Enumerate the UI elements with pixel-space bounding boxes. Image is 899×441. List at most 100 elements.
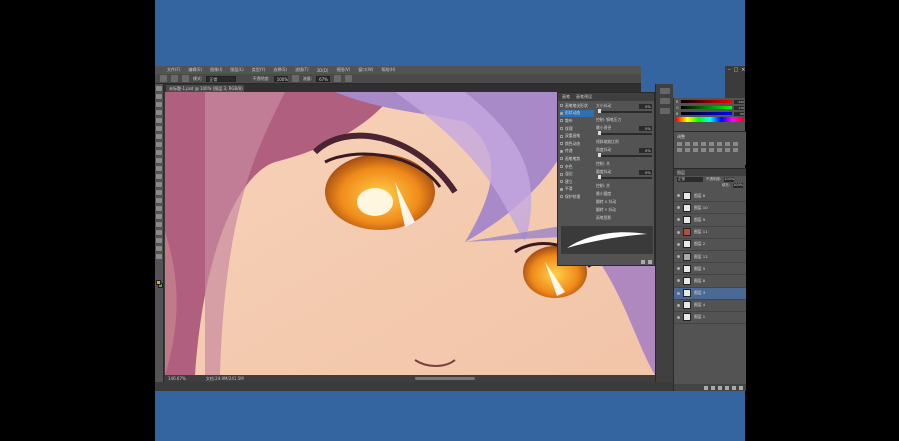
layer-row[interactable]: 图层 10 (674, 202, 746, 215)
tool-button-icon[interactable] (156, 230, 162, 235)
adjustment-icon[interactable] (725, 142, 730, 146)
layer-mask-icon[interactable] (718, 385, 722, 390)
channel-value[interactable]: 240 (734, 99, 744, 104)
mode-select[interactable]: 正常 (206, 75, 237, 82)
adjustment-icon[interactable] (701, 148, 706, 152)
brush-option-item[interactable]: 湿边 (560, 170, 594, 178)
adjustment-icon[interactable] (693, 148, 698, 152)
adjustment-icon[interactable] (709, 142, 714, 146)
brush-option-checkbox[interactable] (560, 119, 563, 123)
brush-option-item[interactable]: 散布 (560, 117, 594, 125)
visibility-eye-icon[interactable] (677, 194, 680, 198)
brush-presets-icon[interactable] (659, 108, 670, 114)
adjustment-icon[interactable] (733, 142, 738, 146)
layer-row[interactable]: 图层 9 (674, 214, 746, 227)
tool-button-icon[interactable] (156, 190, 162, 195)
brush-setting-slider[interactable] (598, 175, 652, 179)
adjustment-icon[interactable] (685, 142, 690, 146)
tool-button-icon[interactable] (156, 246, 162, 251)
brush-option-checkbox[interactable] (560, 149, 563, 153)
tool-button-icon[interactable] (156, 182, 162, 187)
adjustment-icon[interactable] (717, 142, 722, 146)
layers-tab[interactable]: 图层 (674, 169, 746, 176)
slider-knob[interactable] (598, 153, 601, 157)
tool-button-icon[interactable] (156, 222, 162, 227)
menu-item[interactable]: 滤镜(T) (295, 67, 309, 73)
layer-row[interactable]: 图层 2 (674, 239, 746, 251)
brush-option-checkbox[interactable] (560, 104, 563, 108)
tool-button-icon[interactable] (156, 254, 162, 259)
new-layer-icon[interactable] (732, 385, 736, 390)
toggle-preview-icon[interactable] (641, 259, 645, 264)
layer-row[interactable]: 图层 12 (674, 251, 746, 264)
color-spectrum[interactable] (676, 117, 744, 122)
tool-button-icon[interactable] (156, 142, 162, 147)
brush-option-item[interactable]: 颜色动态 (560, 140, 594, 148)
brush-panel-toggle-icon[interactable] (182, 75, 189, 82)
channel-value[interactable]: 90 (734, 111, 744, 116)
opacity-input[interactable]: 100% (273, 75, 288, 82)
menu-item[interactable]: 文件(F) (167, 67, 180, 73)
layer-opacity-input[interactable]: 100% (724, 177, 734, 182)
brush-preset-icon[interactable] (171, 75, 178, 82)
tool-button-icon[interactable] (156, 198, 162, 203)
channel-value[interactable]: 176 (734, 105, 744, 110)
brush-option-item[interactable]: 画笔笔尖形状 (560, 102, 594, 110)
brush-option-checkbox[interactable] (560, 172, 563, 176)
channel-slider[interactable] (681, 100, 732, 103)
minimize-button[interactable]: – (728, 67, 731, 73)
brush-option-item[interactable]: 杂色 (560, 163, 594, 171)
tool-button-icon[interactable] (156, 86, 162, 91)
adjustment-icon[interactable] (709, 148, 714, 152)
brush-panel-tab[interactable]: 画笔 (562, 94, 570, 100)
brush-setting-value[interactable]: 0% (639, 125, 652, 131)
brush-option-item[interactable]: 平滑 (560, 186, 594, 194)
channel-slider[interactable] (681, 106, 732, 109)
tool-button-icon[interactable] (156, 174, 162, 179)
tool-button-icon[interactable] (156, 94, 162, 99)
tool-button-icon[interactable] (156, 102, 162, 107)
layer-row[interactable]: 图层 4 (674, 300, 746, 312)
pressure-size-icon[interactable] (345, 75, 353, 82)
adjustment-icon[interactable] (677, 148, 682, 152)
adjustment-icon[interactable] (677, 142, 682, 146)
layer-row[interactable]: 图层 1 (674, 312, 746, 325)
slider-knob[interactable] (598, 131, 601, 135)
layer-row[interactable]: 图层 3 (674, 287, 746, 300)
brush-setting-slider[interactable] (598, 153, 652, 157)
tool-button-icon[interactable] (156, 214, 162, 219)
slider-knob[interactable] (598, 109, 601, 113)
brush-option-checkbox[interactable] (560, 165, 563, 169)
menu-item[interactable]: 视图(V) (336, 67, 350, 73)
visibility-eye-icon[interactable] (677, 218, 680, 222)
channel-slider[interactable] (681, 112, 732, 115)
tool-button-icon[interactable] (156, 158, 162, 163)
pressure-opacity-icon[interactable] (291, 75, 299, 82)
brush-option-checkbox[interactable] (560, 134, 563, 138)
tool-button-icon[interactable] (156, 118, 162, 123)
brush-option-item[interactable]: 保护纹理 (560, 193, 594, 201)
layer-row[interactable]: 图层 6 (674, 190, 746, 203)
layer-row[interactable]: 图层 5 (674, 263, 746, 276)
brush-option-item[interactable]: 建立 (560, 178, 594, 186)
brush-option-item[interactable]: 纹理 (560, 125, 594, 133)
brush-panel-tab[interactable]: 画笔预设 (576, 94, 592, 100)
brush-setting-value[interactable]: 0% (639, 103, 652, 109)
tool-button-icon[interactable] (156, 166, 162, 171)
menu-item[interactable]: 图层(L) (230, 67, 243, 73)
adjustment-icon[interactable] (717, 148, 722, 152)
zoom-readout[interactable]: 146.67% (168, 376, 186, 381)
tool-button-icon[interactable] (156, 110, 162, 115)
adjustment-icon[interactable] (733, 148, 738, 152)
brush-setting-value[interactable]: 0% (639, 147, 652, 153)
menu-item[interactable]: 窗口(W) (358, 67, 373, 73)
adjustments-title[interactable]: 调整 (674, 132, 746, 142)
adjustment-icon[interactable] (693, 142, 698, 146)
menu-item[interactable]: 帮助(H) (381, 67, 395, 73)
visibility-eye-icon[interactable] (677, 291, 680, 295)
menu-item[interactable]: 类型(Y) (252, 67, 266, 73)
tool-button-icon[interactable] (156, 150, 162, 155)
layer-row[interactable]: 图层 8 (674, 275, 746, 288)
brush-setting-value[interactable]: 0% (639, 169, 652, 175)
visibility-eye-icon[interactable] (677, 255, 680, 259)
